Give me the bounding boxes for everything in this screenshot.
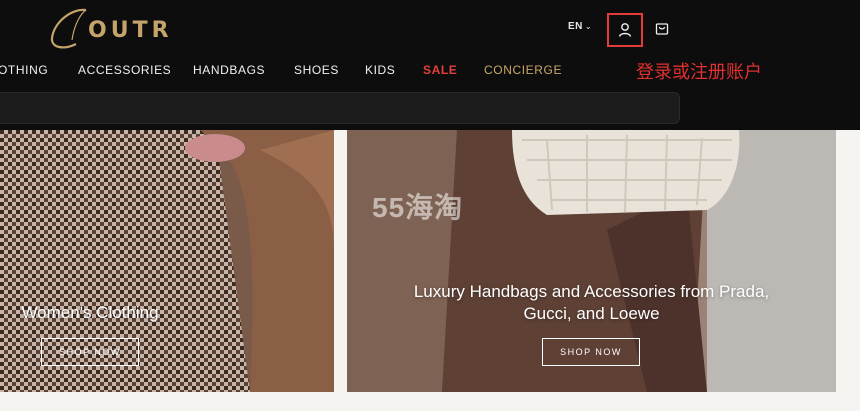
hero-card-handbags[interactable]: Luxury Handbags and Accessories from Pra… [347,130,836,392]
hero-title-womens-clothing: Women's Clothing [21,303,159,322]
nav-item-handbags[interactable]: HANDBAGS [193,63,265,77]
chevron-down-icon: ⌄ [584,22,593,31]
nav-item-clothing[interactable]: OTHING [0,63,48,77]
hero-title-handbags-line2: Gucci, and Loewe [523,304,660,323]
nav-item-sale[interactable]: SALE [423,63,457,77]
language-label: EN [568,21,583,32]
logo-swirl-icon [50,8,87,49]
search-input[interactable] [0,92,680,124]
hero-card-womens-clothing[interactable]: Women's Clothing SHOP NOW [0,130,334,392]
hero-title-handbags-line1: Luxury Handbags and Accessories from Pra… [413,282,770,301]
nav-item-accessories[interactable]: ACCESSORIES [78,63,171,77]
brand-logo[interactable]: OUTR [46,6,176,52]
user-icon [618,23,632,37]
site-header: OUTR EN ⌄ OTHING ACCESSORIES HANDBAGS SHO… [0,0,860,130]
account-button[interactable] [607,13,643,47]
language-selector[interactable]: EN ⌄ [568,21,592,32]
watermark-text: 55海淘 [372,192,464,223]
nav-item-concierge[interactable]: CONCIERGE [484,63,562,77]
brand-name: OUTR [88,18,173,43]
annotation-label: 登录或注册账户 [636,62,762,83]
shop-now-button-handbags[interactable]: SHOP NOW [542,338,640,366]
cart-button[interactable] [652,19,672,39]
shop-now-button-womens[interactable]: SHOP NOW [41,338,139,366]
nav-item-shoes[interactable]: SHOES [294,63,339,77]
nav-item-kids[interactable]: KIDS [365,63,395,77]
bag-icon [655,23,669,35]
